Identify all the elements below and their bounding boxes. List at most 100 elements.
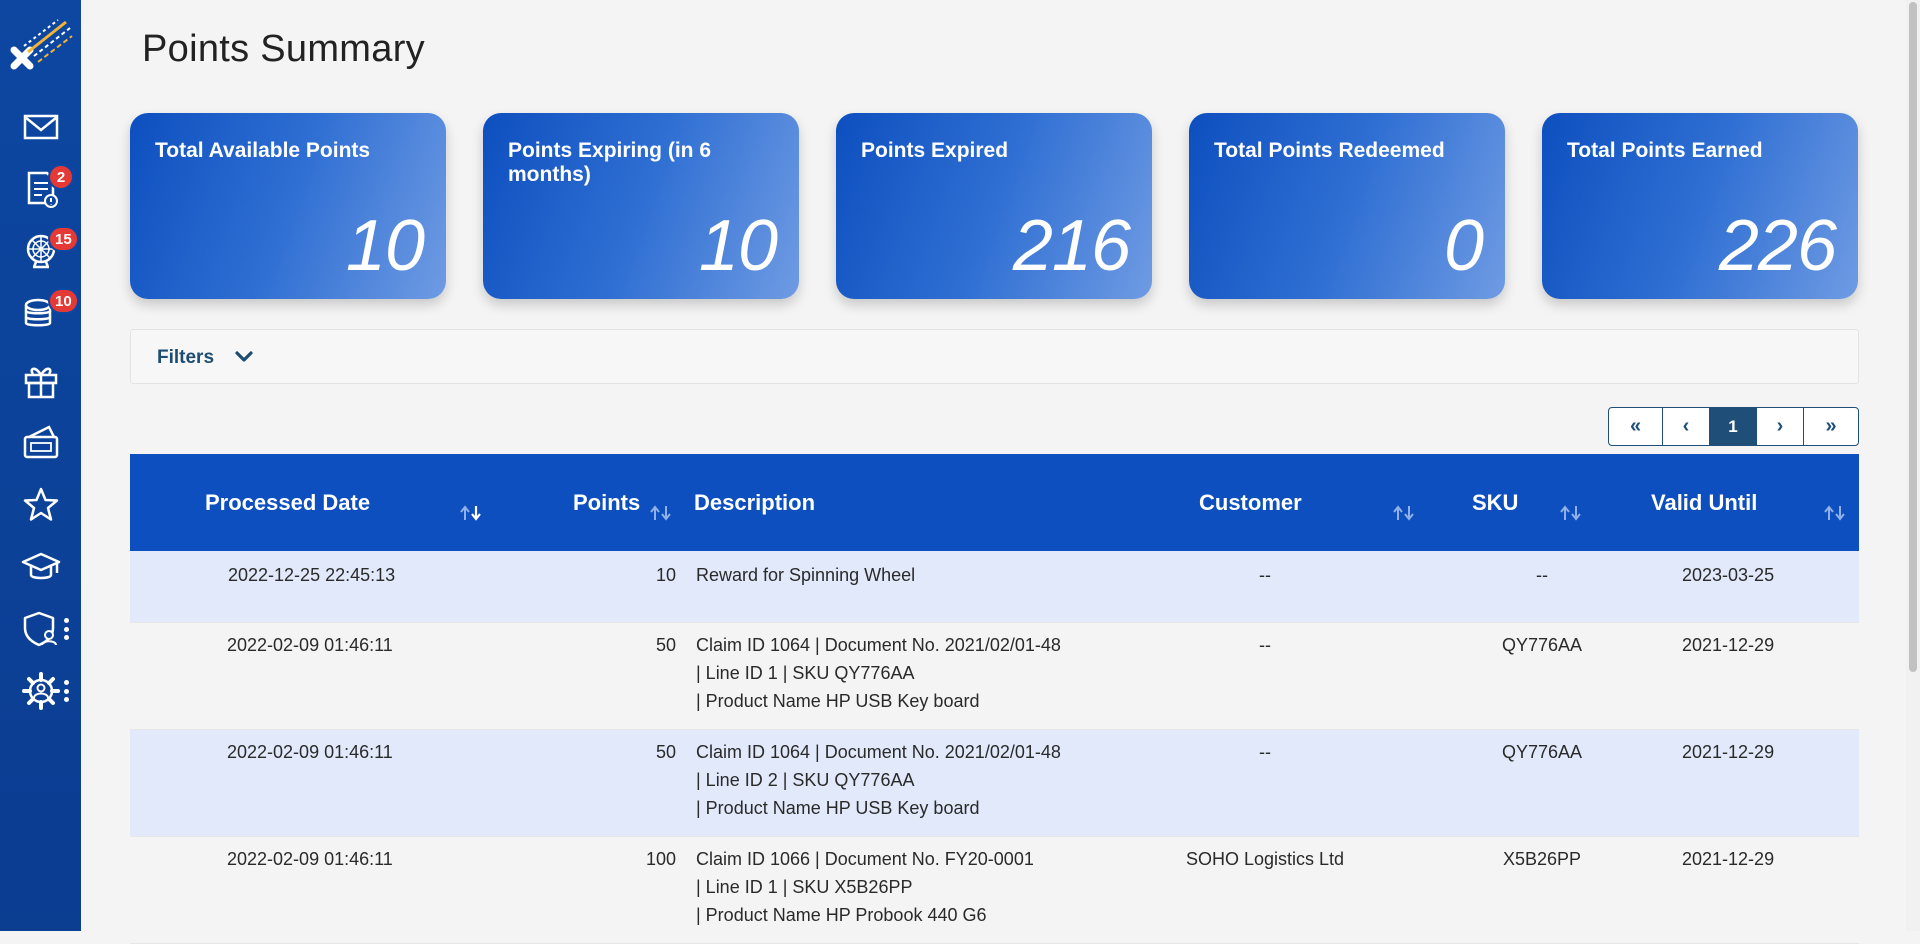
- card-value: 216: [1012, 206, 1131, 286]
- sort-icon[interactable]: [1391, 504, 1417, 522]
- cell-valid-until: 2021-12-29: [1682, 635, 1775, 655]
- claims-badge: 2: [48, 164, 74, 190]
- description-line: Claim ID 1064 | Document No. 2021/02/01-…: [696, 742, 1061, 762]
- sort-icon[interactable]: [1558, 504, 1584, 522]
- description-line: | Line ID 1 | SKU QY776AA: [696, 663, 915, 683]
- cell-valid-until: 2023-03-25: [1682, 565, 1775, 585]
- page-button-current[interactable]: 1: [1710, 408, 1757, 445]
- cell-processed-date: 2022-02-09 01:46:11: [227, 849, 393, 869]
- card-label: Total Available Points: [155, 139, 371, 162]
- first-page-button[interactable]: «: [1609, 408, 1663, 445]
- sidebar-item-points[interactable]: 10: [0, 282, 81, 344]
- page-title: Points Summary: [142, 28, 425, 70]
- cell-customer: --: [1259, 565, 1271, 585]
- cell-description: Reward for Spinning Wheel: [696, 561, 1116, 589]
- mail-icon: [23, 114, 58, 140]
- star-icon: [23, 487, 58, 521]
- cell-sku: QY776AA: [1501, 635, 1583, 655]
- cell-points: 10: [655, 565, 676, 585]
- cell-customer: SOHO Logistics Ltd: [1185, 849, 1345, 869]
- description-line: | Product Name HP Probook 440 G6: [696, 905, 987, 925]
- cell-customer: --: [1259, 742, 1271, 762]
- cell-sku: --: [1536, 565, 1548, 585]
- card-label: Points Expiring (in 6 months): [508, 139, 712, 186]
- cell-points: 50: [655, 635, 676, 655]
- sidebar-item-messages[interactable]: [0, 96, 81, 158]
- description-line: Reward for Spinning Wheel: [696, 565, 916, 585]
- card-value: 10: [345, 206, 425, 286]
- column-header-description: Description: [694, 490, 816, 515]
- app-logo[interactable]: [8, 16, 74, 82]
- cell-points: 100: [645, 849, 676, 869]
- settings-more-icon[interactable]: [63, 680, 69, 702]
- sidebar-item-settings[interactable]: [0, 660, 81, 722]
- card-label: Total Points Earned: [1567, 139, 1763, 162]
- card-label: Points Expired: [861, 139, 1009, 162]
- card-label: Total Points Redeemed: [1214, 139, 1445, 162]
- sidebar-item-claims[interactable]: 2: [0, 158, 81, 220]
- column-header-valid-until[interactable]: Valid Until: [1651, 490, 1757, 516]
- description-line: | Product Name HP USB Key board: [696, 798, 980, 818]
- pagination: « ‹ 1 › »: [1608, 407, 1859, 446]
- cell-valid-until: 2021-12-29: [1682, 849, 1775, 869]
- voucher-icon: [23, 425, 58, 459]
- points-badge: 10: [48, 288, 79, 314]
- gift-icon: [24, 367, 57, 399]
- column-header-processed-date[interactable]: Processed Date: [205, 490, 370, 516]
- column-header-sku[interactable]: SKU: [1472, 490, 1518, 516]
- sort-icon[interactable]: [648, 504, 674, 522]
- sidebar-item-admin[interactable]: [0, 598, 81, 660]
- table-row: 2022-02-09 01:46:11 100 Claim ID 1066 | …: [130, 837, 1859, 944]
- sort-icon[interactable]: [1822, 504, 1848, 522]
- cell-processed-date: 2022-02-09 01:46:11: [227, 635, 393, 655]
- sidebar: 2 15 10: [0, 0, 81, 931]
- card-value: 0: [1443, 206, 1484, 286]
- sort-desc-icon[interactable]: [458, 504, 484, 522]
- card-value: 226: [1718, 206, 1837, 286]
- table-row: 2022-12-25 22:45:13 10 Reward for Spinni…: [130, 551, 1859, 623]
- sidebar-item-training[interactable]: [0, 536, 81, 598]
- cell-description: Claim ID 1066 | Document No. FY20-0001 |…: [696, 845, 1116, 929]
- cell-sku: QY776AA: [1501, 742, 1583, 762]
- card-total-points-earned: Total Points Earned 226: [1542, 113, 1858, 299]
- description-line: Claim ID 1066 | Document No. FY20-0001: [696, 849, 1034, 869]
- sidebar-item-favorites[interactable]: [0, 474, 81, 536]
- card-points-expired: Points Expired 216: [836, 113, 1152, 299]
- cell-processed-date: 2022-12-25 22:45:13: [228, 565, 396, 585]
- card-total-available-points: Total Available Points 10: [130, 113, 446, 299]
- page-scrollbar[interactable]: [1906, 0, 1920, 931]
- cell-processed-date: 2022-02-09 01:46:11: [227, 742, 393, 762]
- card-points-expiring: Points Expiring (in 6 months) 10: [483, 113, 799, 299]
- cell-points: 50: [655, 742, 676, 762]
- admin-more-icon[interactable]: [63, 618, 69, 640]
- summary-cards: Total Available Points 10 Points Expirin…: [130, 113, 1859, 299]
- next-page-button[interactable]: ›: [1757, 408, 1804, 445]
- card-value: 10: [698, 206, 778, 286]
- table-header: Processed Date Points Description Custom…: [130, 454, 1859, 551]
- last-page-button[interactable]: »: [1804, 408, 1858, 445]
- shield-user-icon: [23, 611, 57, 647]
- spin-wheel-badge: 15: [48, 226, 79, 252]
- sidebar-item-spin-wheel[interactable]: 15: [0, 220, 81, 282]
- cell-customer: --: [1259, 635, 1271, 655]
- points-table: Processed Date Points Description Custom…: [130, 454, 1859, 944]
- scrollbar-thumb[interactable]: [1909, 2, 1917, 672]
- description-line: | Line ID 1 | SKU X5B26PP: [696, 877, 913, 897]
- column-header-points[interactable]: Points: [573, 490, 640, 516]
- card-total-points-redeemed: Total Points Redeemed 0: [1189, 113, 1505, 299]
- table-row: 2022-02-09 01:46:11 50 Claim ID 1064 | D…: [130, 623, 1859, 730]
- description-line: | Line ID 2 | SKU QY776AA: [696, 770, 915, 790]
- gear-user-icon: [21, 672, 60, 710]
- chevron-down-icon: [235, 351, 253, 362]
- table-row: 2022-02-09 01:46:11 50 Claim ID 1064 | D…: [130, 730, 1859, 837]
- prev-page-button[interactable]: ‹: [1663, 408, 1710, 445]
- column-header-customer[interactable]: Customer: [1199, 490, 1302, 516]
- description-line: Claim ID 1064 | Document No. 2021/02/01-…: [696, 635, 1061, 655]
- cell-description: Claim ID 1064 | Document No. 2021/02/01-…: [696, 738, 1116, 822]
- sidebar-item-rewards[interactable]: [0, 350, 81, 412]
- cell-sku: X5B26PP: [1502, 849, 1582, 869]
- description-line: | Product Name HP USB Key board: [696, 691, 980, 711]
- sidebar-item-vouchers[interactable]: [0, 412, 81, 474]
- cell-valid-until: 2021-12-29: [1682, 742, 1775, 762]
- filters-toggle[interactable]: Filters: [130, 329, 1859, 384]
